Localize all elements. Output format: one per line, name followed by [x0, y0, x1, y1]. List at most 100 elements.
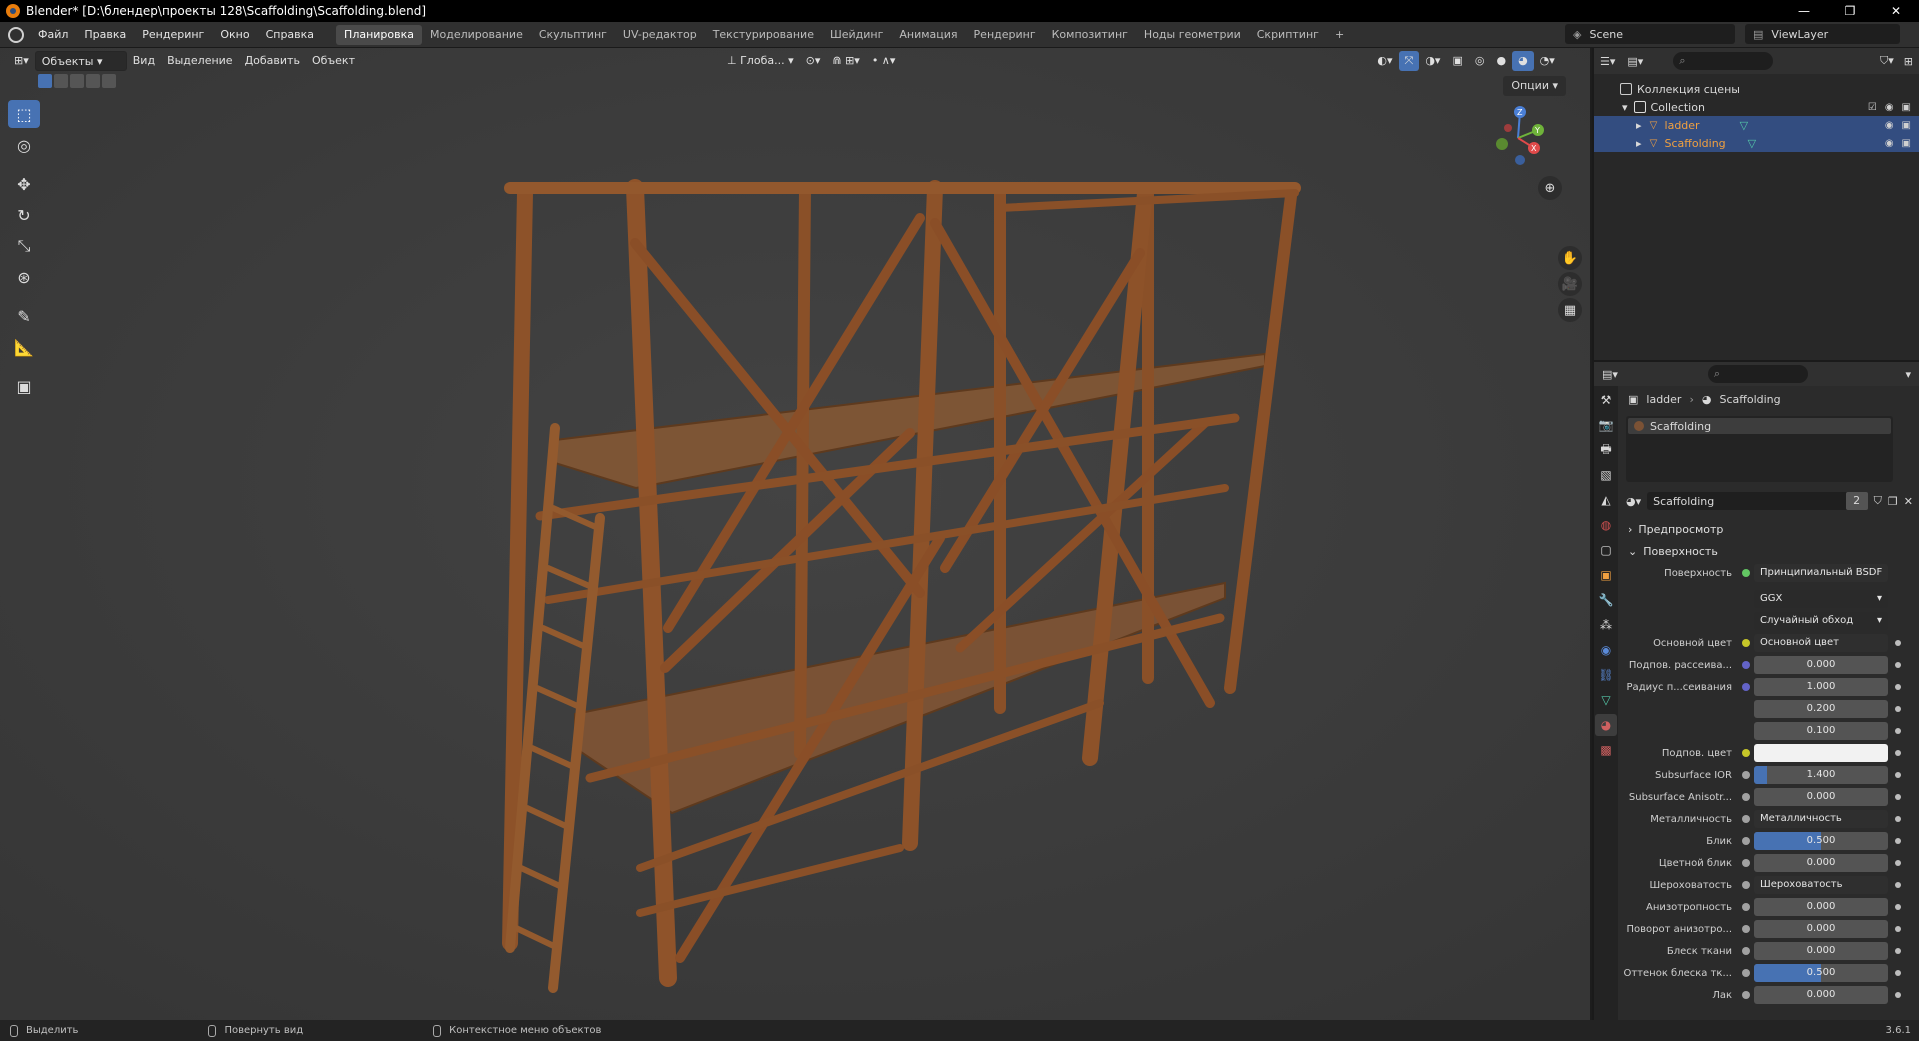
transform-orientation-dropdown[interactable]: ⊥ Глоба... ▾: [721, 51, 800, 71]
render-tab-icon[interactable]: 📷: [1595, 414, 1617, 436]
browse-material-icon[interactable]: ◕▾: [1626, 495, 1641, 508]
annotate-icon[interactable]: ✎: [8, 302, 40, 330]
input-socket-icon[interactable]: [1742, 947, 1750, 955]
keyframe-dot-icon[interactable]: [1895, 860, 1901, 866]
shading-solid-icon[interactable]: ●: [1490, 51, 1512, 71]
blender-menu-icon[interactable]: [8, 26, 24, 43]
bsdf-input-value[interactable]: 0.100: [1754, 722, 1888, 740]
menu-help[interactable]: Справка: [258, 28, 322, 41]
keyframe-dot-icon[interactable]: [1895, 838, 1901, 844]
proportional-edit-icon[interactable]: • ∧▾: [866, 51, 902, 71]
outliner-search-input[interactable]: ⌕: [1673, 52, 1774, 70]
input-socket-icon[interactable]: [1742, 771, 1750, 779]
shading-material-icon[interactable]: ◕: [1512, 51, 1534, 71]
bsdf-input-value[interactable]: 0.000: [1754, 854, 1888, 872]
camera-view-icon[interactable]: 🎥: [1558, 272, 1582, 296]
physics-tab-icon[interactable]: ◉: [1595, 639, 1617, 661]
collection-tab-icon[interactable]: ▢: [1595, 539, 1617, 561]
view-layer-tab-icon[interactable]: ▧: [1595, 464, 1617, 486]
keyframe-dot-icon[interactable]: [1895, 948, 1901, 954]
surface-shader-field[interactable]: Принципиальный BSDF: [1754, 564, 1888, 582]
workspace-tab-layout[interactable]: Планировка: [336, 24, 423, 45]
keyframe-dot-icon[interactable]: [1895, 794, 1901, 800]
workspace-tab-sculpting[interactable]: Скульптинг: [531, 25, 615, 45]
bsdf-input-value[interactable]: 1.000: [1754, 678, 1888, 696]
bsdf-input-value[interactable]: Основной цвет: [1754, 634, 1888, 652]
properties-editor-icon[interactable]: ▤▾: [1602, 368, 1618, 381]
snap-icon[interactable]: ⋒ ⊞▾: [826, 51, 865, 71]
minimize-button[interactable]: —: [1781, 0, 1827, 22]
input-socket-icon[interactable]: [1742, 749, 1750, 757]
viewport-menu-add[interactable]: Добавить: [239, 51, 306, 71]
outliner-row-scene-collection[interactable]: Коллекция сцены: [1594, 80, 1919, 98]
new-collection-icon[interactable]: ⊞: [1904, 55, 1913, 68]
exclude-checkbox-icon[interactable]: ☑: [1868, 102, 1877, 113]
scene-tab-icon[interactable]: ◭: [1595, 489, 1617, 511]
zoom-icon[interactable]: ⊕: [1538, 176, 1562, 200]
close-button[interactable]: ✕: [1873, 0, 1919, 22]
overlay-toggle-icon[interactable]: ◑▾: [1419, 51, 1446, 71]
xray-icon[interactable]: ▣: [1446, 51, 1468, 71]
input-socket-icon[interactable]: [1742, 639, 1750, 647]
display-mode-icon[interactable]: ▤▾: [1627, 55, 1643, 68]
workspace-tab-animation[interactable]: Анимация: [891, 25, 965, 45]
3d-viewport[interactable]: ⊞▾ Объекты ▾ Вид Выделение Добавить Объе…: [0, 48, 1590, 1020]
fake-user-icon[interactable]: ⛉: [1874, 494, 1882, 508]
object-tab-icon[interactable]: ▣: [1595, 564, 1617, 586]
properties-options-icon[interactable]: ▾: [1905, 368, 1911, 381]
material-slot-list[interactable]: Scaffolding: [1626, 416, 1893, 482]
input-socket-icon[interactable]: [1742, 661, 1750, 669]
shader-socket-icon[interactable]: [1742, 569, 1750, 577]
material-name-field[interactable]: Scaffolding 2: [1647, 492, 1868, 510]
options-dropdown[interactable]: Опции ▾: [1503, 76, 1566, 96]
input-socket-icon[interactable]: [1742, 815, 1750, 823]
eye-icon[interactable]: ◉: [1885, 138, 1894, 149]
view-layer-selector[interactable]: ▤ ViewLayer: [1745, 24, 1900, 44]
outliner-row-scaffolding[interactable]: ▸ ▽ Scaffolding ▽ ◉ ▣: [1594, 134, 1919, 152]
bsdf-input-value[interactable]: 0.000: [1754, 942, 1888, 960]
select-subtract-icon[interactable]: [70, 74, 84, 88]
bsdf-input-value[interactable]: 0.000: [1754, 898, 1888, 916]
axis-gizmo[interactable]: Z Y X: [1480, 100, 1570, 220]
input-socket-icon[interactable]: [1742, 991, 1750, 999]
camera-icon[interactable]: ▣: [1902, 102, 1911, 113]
maximize-button[interactable]: ❐: [1827, 0, 1873, 22]
viewport-menu-view[interactable]: Вид: [127, 51, 161, 71]
data-tab-icon[interactable]: ▽: [1595, 689, 1617, 711]
measure-icon[interactable]: 📐: [8, 333, 40, 361]
input-socket-icon[interactable]: [1742, 969, 1750, 977]
duplicate-icon[interactable]: ❐: [1888, 495, 1898, 508]
scaffolding-model[interactable]: [0, 48, 1590, 1020]
menu-file[interactable]: Файл: [30, 28, 76, 41]
visibility-icon[interactable]: ◐▾: [1371, 51, 1398, 71]
workspace-tab-rendering[interactable]: Рендеринг: [966, 25, 1044, 45]
workspace-tab-texture[interactable]: Текстурирование: [705, 25, 822, 45]
select-new-icon[interactable]: [38, 74, 52, 88]
select-box-icon[interactable]: ⬚: [8, 100, 40, 128]
keyframe-dot-icon[interactable]: [1895, 640, 1901, 646]
bsdf-input-value[interactable]: [1754, 744, 1888, 762]
material-tab-icon[interactable]: ◕: [1595, 714, 1617, 736]
constraints-tab-icon[interactable]: ⛓: [1595, 664, 1617, 686]
editor-type-icon[interactable]: ⊞▾: [8, 51, 35, 71]
viewport-menu-object[interactable]: Объект: [306, 51, 361, 71]
expand-arrow-icon[interactable]: ▸: [1636, 137, 1642, 150]
pan-hand-icon[interactable]: ✋: [1558, 246, 1582, 270]
viewport-menu-select[interactable]: Выделение: [161, 51, 239, 71]
distribution-dropdown[interactable]: GGX ▾: [1754, 590, 1888, 608]
bsdf-input-value[interactable]: 0.200: [1754, 700, 1888, 718]
bsdf-input-value[interactable]: 0.000: [1754, 788, 1888, 806]
add-workspace-button[interactable]: +: [1327, 25, 1352, 45]
menu-render[interactable]: Рендеринг: [134, 28, 212, 41]
texture-tab-icon[interactable]: ▩: [1595, 739, 1617, 761]
bsdf-input-value[interactable]: 0.500: [1754, 964, 1888, 982]
keyframe-dot-icon[interactable]: [1895, 706, 1901, 712]
tool-tab-icon[interactable]: ⚒: [1595, 389, 1617, 411]
world-tab-icon[interactable]: ◍: [1595, 514, 1617, 536]
workspace-tab-scripting[interactable]: Скриптинг: [1249, 25, 1327, 45]
workspace-tab-uv[interactable]: UV-редактор: [615, 25, 705, 45]
workspace-tab-modeling[interactable]: Моделирование: [422, 25, 531, 45]
select-extend-icon[interactable]: [54, 74, 68, 88]
keyframe-dot-icon[interactable]: [1895, 970, 1901, 976]
input-socket-icon[interactable]: [1742, 881, 1750, 889]
